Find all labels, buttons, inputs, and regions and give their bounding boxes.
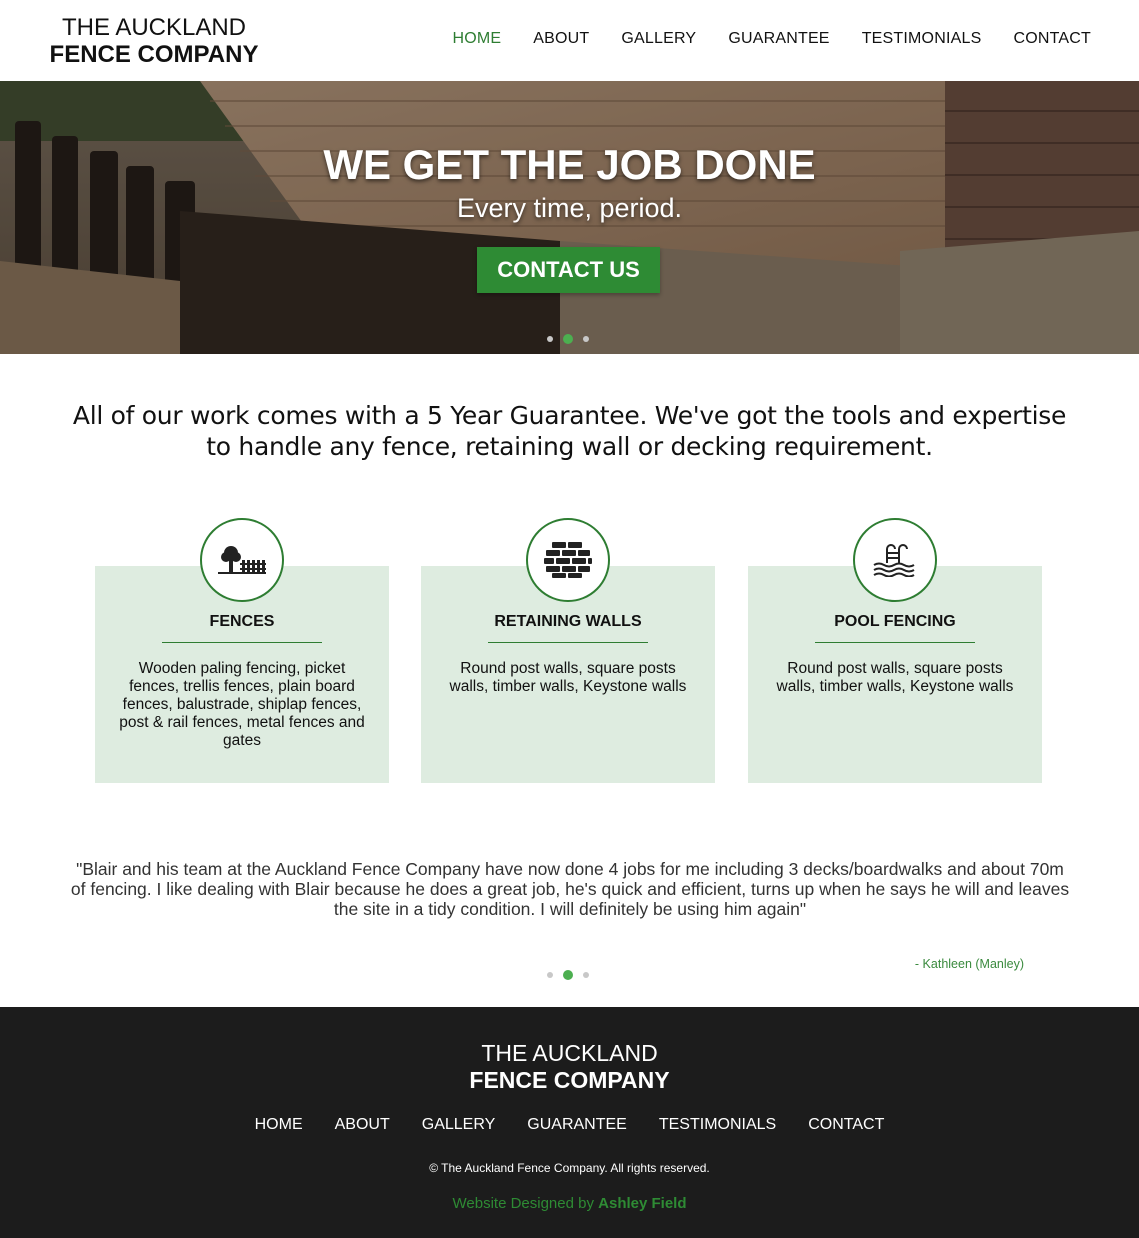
service-title: POOL FENCING [834, 613, 956, 630]
footer-nav-home[interactable]: HOME [255, 1116, 303, 1134]
pool-ladder-icon [853, 518, 937, 602]
service-card-retaining-walls[interactable]: RETAINING WALLS Round post walls, square… [421, 518, 715, 783]
hero-slide-dot-1[interactable] [547, 336, 553, 342]
footer-logo-line-2: FENCE COMPANY [469, 1067, 670, 1093]
nav-testimonials[interactable]: TESTIMONIALS [862, 30, 982, 48]
service-card-fences[interactable]: FENCES Wooden paling fencing, picket fen… [95, 518, 389, 783]
footer-nav-guarantee[interactable]: GUARANTEE [527, 1116, 627, 1134]
footer-logo[interactable]: THE AUCKLAND FENCE COMPANY [0, 1040, 1139, 1094]
guarantee-intro: All of our work comes with a 5 Year Guar… [72, 401, 1067, 461]
testimonial-dot-3[interactable] [583, 972, 589, 978]
hero-slide-dot-2[interactable] [563, 334, 573, 344]
nav-about[interactable]: ABOUT [533, 30, 589, 48]
brick-wall-icon [526, 518, 610, 602]
main-nav: HOME ABOUT GALLERY GUARANTEE TESTIMONIAL… [452, 30, 1091, 48]
credit-prefix: Website Designed by [452, 1195, 599, 1212]
nav-contact[interactable]: CONTACT [1013, 30, 1091, 48]
logo-line-1: THE AUCKLAND [61, 14, 247, 41]
footer-logo-line-1: THE AUCKLAND [481, 1040, 658, 1066]
title-divider [815, 642, 975, 643]
hero-subtitle: Every time, period. [456, 193, 683, 223]
testimonial-slide-indicators [547, 970, 589, 980]
nav-gallery[interactable]: GALLERY [621, 30, 696, 48]
title-divider [488, 642, 648, 643]
testimonial-dot-1[interactable] [547, 972, 553, 978]
footer-nav: HOME ABOUT GALLERY GUARANTEE TESTIMONIAL… [0, 1116, 1139, 1134]
hero-slider: WE GET THE JOB DONE Every time, period. … [0, 81, 1139, 354]
designer-link[interactable]: Ashley Field [598, 1195, 686, 1212]
logo-line-2: FENCE COMPANY [49, 41, 259, 68]
service-title: RETAINING WALLS [494, 613, 642, 630]
hero-slide-indicators [547, 334, 589, 344]
site-footer: THE AUCKLAND FENCE COMPANY HOME ABOUT GA… [0, 1007, 1139, 1238]
testimonial-author: - Kathleen (Manley) [914, 957, 1024, 971]
hero-title: WE GET THE JOB DONE [323, 141, 816, 188]
service-description: Round post walls, square posts walls, ti… [449, 660, 687, 695]
footer-nav-gallery[interactable]: GALLERY [422, 1116, 496, 1134]
site-logo[interactable]: THE AUCKLAND FENCE COMPANY [40, 14, 268, 68]
designer-credit: Website Designed by Ashley Field [0, 1195, 1139, 1212]
footer-nav-contact[interactable]: CONTACT [808, 1116, 884, 1134]
nav-home[interactable]: HOME [452, 30, 501, 48]
fence-icon [200, 518, 284, 602]
copyright-text: © The Auckland Fence Company. All rights… [429, 1161, 710, 1175]
footer-nav-about[interactable]: ABOUT [335, 1116, 390, 1134]
testimonial-quote: "Blair and his team at the Auckland Fenc… [70, 859, 1070, 919]
service-description: Round post walls, square posts walls, ti… [776, 660, 1014, 695]
contact-us-button[interactable]: CONTACT US [477, 247, 660, 293]
service-description: Wooden paling fencing, picket fences, tr… [119, 660, 365, 749]
title-divider [162, 642, 322, 643]
hero-slide-dot-3[interactable] [583, 336, 589, 342]
site-header: THE AUCKLAND FENCE COMPANY HOME ABOUT GA… [0, 0, 1139, 81]
service-card-pool-fencing[interactable]: POOL FENCING Round post walls, square po… [748, 518, 1042, 783]
footer-nav-testimonials[interactable]: TESTIMONIALS [659, 1116, 776, 1134]
nav-guarantee[interactable]: GUARANTEE [728, 30, 829, 48]
service-title: FENCES [209, 613, 275, 630]
testimonial-dot-2[interactable] [563, 970, 573, 980]
